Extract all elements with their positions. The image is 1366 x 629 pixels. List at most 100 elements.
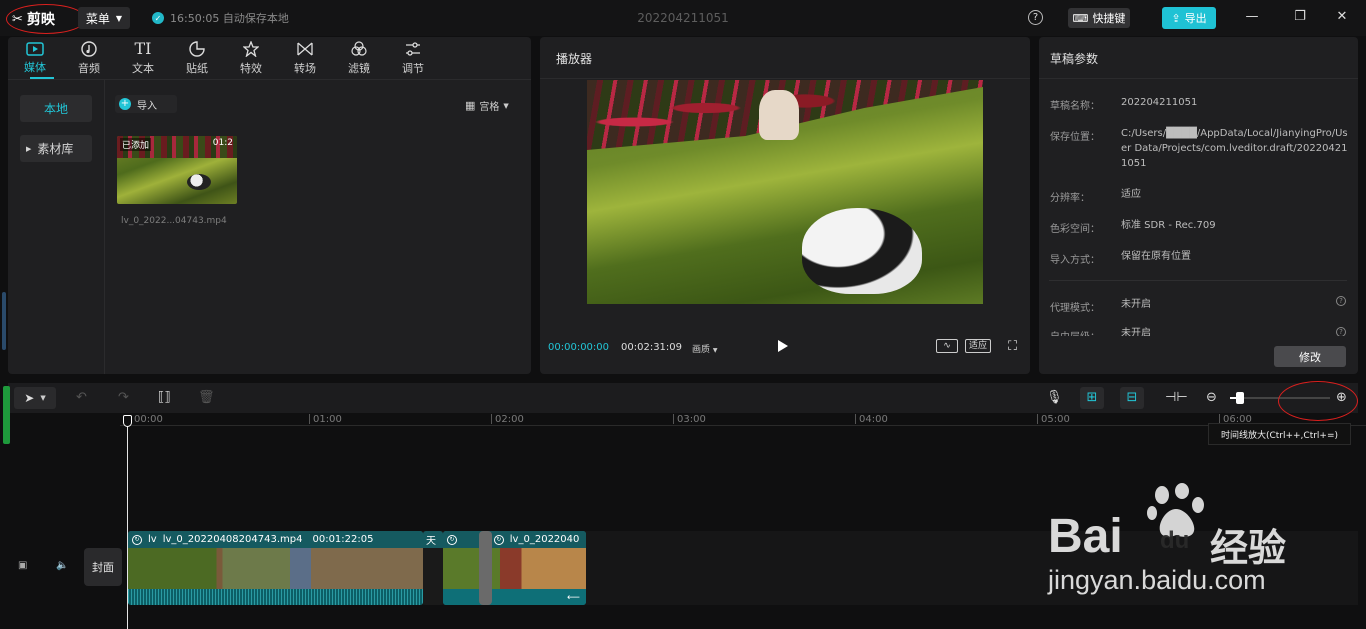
edit-button[interactable]: 修改 (1274, 346, 1346, 367)
player-title: 播放器 (556, 52, 593, 66)
caret-right-icon: ▶ (26, 144, 32, 153)
video-clip-sliver[interactable]: 天 (423, 531, 443, 605)
panel-resize-handle[interactable] (2, 292, 6, 350)
split-icon[interactable]: ⟦⟧ (158, 390, 171, 406)
info-icon[interactable]: ? (1336, 296, 1346, 306)
undo-icon[interactable]: ↶ (76, 390, 87, 406)
tab-effects-label: 特效 (240, 61, 262, 75)
view-mode-label: 宫格 (479, 102, 500, 113)
param-label: 代理模式： (1050, 303, 1100, 314)
shortcut-label: 快捷键 (1092, 12, 1126, 25)
playhead-handle[interactable] (123, 415, 132, 427)
auto-snap-icon[interactable]: ⊞ (1080, 387, 1104, 409)
maximize-icon[interactable]: ❐ (1292, 9, 1308, 25)
export-button[interactable]: ⇪ 导出 (1162, 7, 1216, 29)
timeline-toolbar: ➤ ▼ ↶ ↷ ⟦⟧ 🗑 🎙 ⊞ ⊟ ⊣⊢ ⊖ ⊕ (8, 383, 1358, 413)
draft-params-panel: 草稿参数 草稿名称： 202204211051 保存位置： C:/Users/█… (1039, 37, 1358, 374)
video-panda (802, 208, 922, 294)
video-clip[interactable]: ↻ l ↻ lv_0_2022040 ⟵ (443, 531, 586, 605)
tab-transition-label: 转场 (294, 61, 316, 75)
param-value: 保留在原有位置 (1121, 251, 1191, 262)
chevron-down-icon: ▼ (712, 347, 718, 354)
view-mode-button[interactable]: ▦ 宫格 ▼ (465, 98, 509, 113)
video-preview[interactable] (587, 80, 983, 304)
tab-audio[interactable]: 音频 (62, 37, 116, 79)
delete-icon[interactable]: 🗑 (198, 390, 215, 406)
ruler-tick: 05:00 (1041, 414, 1070, 425)
microphone-icon[interactable]: 🎙 (1046, 390, 1063, 406)
keyboard-icon: ⌨ (1072, 11, 1089, 25)
zoom-out-icon[interactable]: ⊖ (1206, 390, 1217, 406)
tab-adjust-label: 调节 (402, 61, 424, 75)
clip-header: 天 (423, 531, 443, 548)
import-label: 导入 (137, 100, 157, 112)
thumbnail-panda (187, 174, 211, 190)
info-icon[interactable]: ? (1336, 327, 1346, 336)
chevron-down-icon: ▼ (40, 394, 46, 402)
tab-sticker[interactable]: 贴纸 (170, 37, 224, 79)
playhead-line[interactable] (127, 418, 128, 629)
media-thumbnail[interactable]: 已添加 01:2 (117, 136, 237, 204)
ruler-tick: 00:00 (134, 414, 163, 425)
tab-transition[interactable]: 转场 (278, 37, 332, 79)
video-toy (759, 90, 799, 140)
help-icon[interactable]: ? (1028, 10, 1043, 25)
tab-adjust[interactable]: 调节 (386, 37, 440, 79)
player-panel: 播放器 00:00:00:00 00:02:31:09 画质 ▼ ∿ 适应 ⛶ (540, 37, 1030, 374)
play-icon[interactable] (778, 340, 788, 352)
watermark-du: du (1160, 527, 1190, 554)
tab-filter[interactable]: 滤镜 (332, 37, 386, 79)
fullscreen-icon[interactable]: ⛶ (1008, 339, 1017, 354)
redo-icon[interactable]: ↷ (118, 390, 129, 406)
track-video-icon[interactable]: ▣ (18, 560, 27, 571)
param-value: 适应 (1121, 189, 1141, 200)
fit-button[interactable]: 适应 (965, 339, 991, 353)
clip-header: ↻ l ↻ lv_0_2022040 (443, 531, 586, 548)
total-timecode: 00:02:31:09 (621, 342, 683, 353)
track-audio-icon[interactable]: 🔈 (56, 560, 68, 571)
sidebar-item-library[interactable]: ▶ 素材库 (20, 135, 92, 162)
video-clip[interactable]: ↻ lv lv_0_20220408204743.mp4 00:01:22:05 (128, 531, 423, 605)
param-label: 自由层级： (1050, 328, 1100, 336)
shortcut-button[interactable]: ⌨ 快捷键 (1068, 8, 1130, 28)
preview-axis-icon[interactable]: ⊣⊢ (1165, 390, 1188, 406)
tab-media[interactable]: 媒体 (8, 37, 62, 79)
close-icon[interactable]: ✕ (1334, 9, 1350, 25)
params-title: 草稿参数 (1050, 52, 1099, 66)
export-label: 导出 (1184, 12, 1207, 25)
param-value: 标准 SDR - Rec.709 (1121, 220, 1216, 231)
import-button[interactable]: + 导入 (115, 95, 177, 113)
clip-name: lv_0_20220408204743.mp4 (162, 534, 303, 545)
tooltip-text: 时间线放大(Ctrl++,Ctrl+=) (1220, 430, 1339, 441)
media-tabs: 媒体 音频 TI 文本 贴纸 特效 转场 滤镜 调节 (8, 37, 531, 79)
watermark-cn: 经验 (1210, 526, 1287, 570)
param-value: C:/Users/████/AppData/Local/JianyingPro/… (1121, 128, 1348, 169)
waveform-icon[interactable]: ∿ (936, 339, 958, 353)
clip-waveform (443, 589, 586, 605)
tab-filter-label: 滤镜 (348, 61, 370, 75)
sidebar-item-library-label: 素材库 (37, 142, 74, 156)
speed-icon: ↻ (447, 534, 457, 545)
title-bar: ✂ 剪映 菜单 ▼ ✓ 16:50:05 自动保存本地 202204211051… (0, 0, 1366, 36)
minimize-icon[interactable]: — (1244, 9, 1260, 25)
media-library-area: + 导入 ▦ 宫格 ▼ 已添加 01:2 lv_0_2022...04743.m… (105, 79, 531, 374)
export-icon: ⇪ (1171, 11, 1181, 25)
ruler-tick: 04:00 (859, 414, 888, 425)
select-tool-button[interactable]: ➤ ▼ (14, 387, 56, 409)
sidebar-item-local[interactable]: 本地 (20, 95, 92, 122)
transition-handle[interactable] (479, 531, 492, 605)
grid-icon: ▦ (465, 99, 476, 112)
tab-text[interactable]: TI 文本 (116, 37, 170, 79)
zoom-in-tooltip: 时间线放大(Ctrl++,Ctrl+=) (1208, 423, 1351, 445)
baidu-watermark: Bai du 经验 jingyan.baidu.com (1048, 483, 1348, 603)
tab-effects[interactable]: 特效 (224, 37, 278, 79)
clip-frames (128, 548, 423, 589)
zoom-slider-thumb[interactable] (1236, 392, 1244, 404)
quality-button[interactable]: 画质 ▼ (692, 342, 718, 355)
param-label: 导入方式： (1050, 255, 1100, 266)
link-icon[interactable]: ⊟ (1120, 387, 1144, 409)
cover-button[interactable]: 封面 (84, 548, 122, 586)
cover-label: 封面 (92, 561, 114, 574)
transition-icon (297, 42, 313, 55)
media-sidebar: 本地 ▶ 素材库 (8, 79, 105, 374)
